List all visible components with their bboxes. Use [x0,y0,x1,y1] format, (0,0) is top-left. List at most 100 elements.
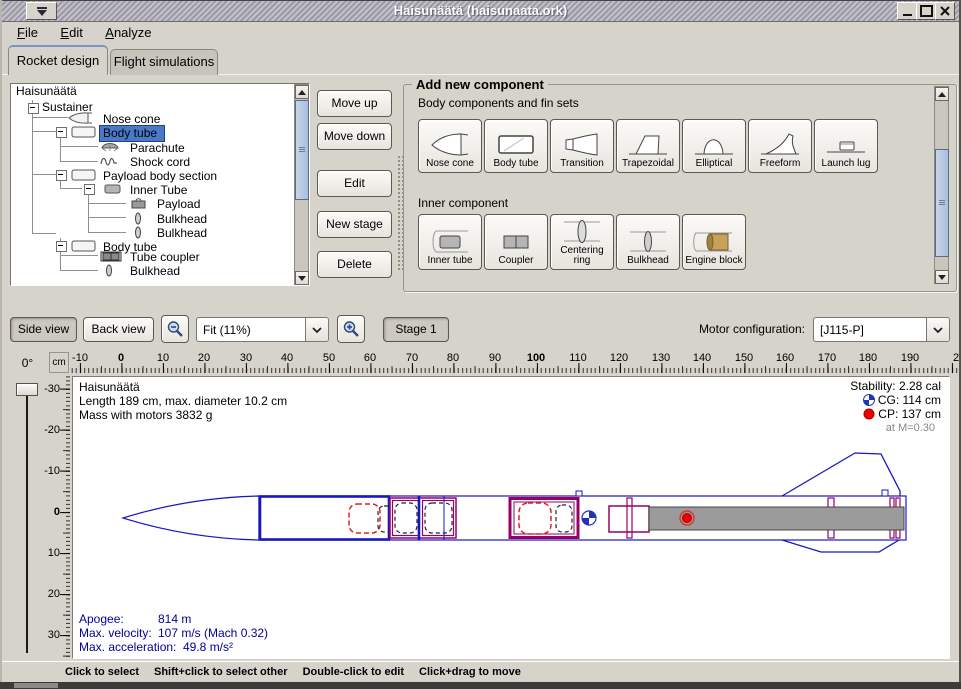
window-menu-button[interactable] [26,2,57,20]
cp-icon [863,408,875,420]
tree-item-tube-coupler[interactable]: Tube coupler [130,250,200,264]
add-nose-cone-button[interactable]: Nose cone [418,119,482,173]
v-ruler-label: -30 [42,383,60,395]
expand-box[interactable] [56,127,67,138]
motor-mount [609,506,649,532]
add-coupler-button[interactable]: Coupler [484,214,548,270]
tree-item-body-tube[interactable]: Body tube [103,126,157,140]
add-centering-ring-button[interactable]: Centering ring [550,214,614,270]
add-freeform-fin-button[interactable]: Freeform [748,119,812,173]
add-bulkhead-button[interactable]: Bulkhead [616,214,680,270]
application-window: Haisunäätä (haisunaata.ork) File Edit An… [0,0,961,689]
parachute-icon [99,141,123,153]
tree-item-payload-body[interactable]: Payload body section [103,169,217,183]
move-up-button[interactable]: Move up [317,90,392,117]
hint-click-drag: Click+drag to move [419,666,521,678]
stage-1-toggle[interactable]: Stage 1 [383,317,449,342]
payload-icon [128,197,150,210]
zoom-out-button[interactable] [161,315,189,343]
rocket-mass: Mass with motors 3832 g [79,408,212,422]
centering-ring-icon [560,217,604,245]
motor-configuration-select[interactable]: [J115-P] [813,317,950,342]
maximize-button[interactable] [916,2,936,20]
tree-item-shock-cord[interactable]: Shock cord [130,155,190,169]
component-tree[interactable]: Haisunäätä Sustainer Nose cone Body tube… [10,83,310,286]
tree-item-payload[interactable]: Payload [157,197,200,211]
elliptical-fin-icon [692,130,736,158]
tree-item-bulkhead[interactable]: Bulkhead [157,226,207,240]
expand-box[interactable] [56,170,67,181]
fin-lower [782,540,899,552]
add-engine-block-button[interactable]: Engine block [682,214,746,270]
mach-condition: at M=0.30 [886,421,935,435]
scroll-up-button[interactable] [935,87,949,101]
v-ruler-label: 30 [42,629,60,641]
scrollbar-thumb[interactable] [935,149,949,257]
add-trapezoidal-fin-button[interactable]: Trapezoidal [616,119,680,173]
component-scrollbar[interactable] [934,86,949,284]
cp-marker [680,511,694,525]
velocity-label: Max. velocity: [79,626,152,640]
scroll-up-button[interactable] [295,85,309,99]
tree-item-inner-tube[interactable]: Inner Tube [130,183,187,197]
v-ruler-label: -20 [42,424,60,436]
tree-scrollbar[interactable] [294,84,309,285]
add-body-tube-button[interactable]: Body tube [484,119,548,173]
add-component-title: Add new component [412,77,548,92]
delete-button[interactable]: Delete [317,251,392,278]
bulkhead-icon [128,226,150,239]
cg-marker [582,511,596,525]
edit-button[interactable]: Edit [317,170,392,197]
menu-edit[interactable]: Edit [51,21,91,44]
back-view-button[interactable]: Back view [83,317,154,342]
stability-value: Stability: 2.28 cal [850,379,941,393]
tab-rocket-design[interactable]: Rocket design [8,45,108,75]
zoom-in-button[interactable] [337,315,365,343]
rotation-slider-track[interactable] [26,387,28,653]
nose-cone-shape-icon [428,130,472,158]
menu-file[interactable]: File [8,21,47,44]
close-button[interactable] [935,2,955,20]
zoom-in-icon [342,320,360,338]
bulkhead-icon [99,264,121,277]
cp-value: CP: 137 cm [863,407,941,421]
tree-item-rocket[interactable]: Haisunäätä [16,84,77,98]
side-view-button[interactable]: Side view [10,317,77,342]
expand-box[interactable] [56,241,67,252]
expand-box[interactable] [84,184,95,195]
rocket-canvas[interactable]: Haisunäätä Length 189 cm, max. diameter … [72,376,950,659]
selected-body-tube [260,497,389,540]
minimize-button[interactable] [897,2,917,20]
trapezoidal-fin-icon [626,130,670,158]
dropdown-button[interactable] [305,318,328,341]
launch-lug [576,491,582,496]
inner-tube-shape-icon [428,227,472,255]
scrollbar-thumb[interactable] [295,100,309,200]
zoom-select[interactable]: Fit (11%) [196,317,329,342]
menu-analyze[interactable]: Analyze [96,21,160,44]
add-transition-button[interactable]: Transition [550,119,614,173]
add-launch-lug-button[interactable]: Launch lug [814,119,878,173]
tree-item-parachute[interactable]: Parachute [130,141,185,155]
tab-flight-simulations[interactable]: Flight simulations [110,49,218,75]
tree-item-bulkhead[interactable]: Bulkhead [157,212,207,226]
freeform-fin-icon [758,130,802,158]
expand-box[interactable] [28,103,39,114]
add-elliptical-fin-button[interactable]: Elliptical [682,119,746,173]
rotation-slider-handle[interactable] [16,383,38,396]
nose-cone-icon [68,112,94,124]
close-icon [940,6,950,16]
scroll-down-button[interactable] [935,270,949,284]
resize-grip[interactable] [14,683,58,688]
dropdown-button[interactable] [926,318,949,341]
new-stage-button[interactable]: New stage [317,211,392,238]
move-down-button[interactable]: Move down [317,123,392,150]
velocity-value: 107 m/s (Mach 0.32) [158,626,268,640]
tree-item-bulkhead-2[interactable]: Bulkhead [130,264,180,278]
bulkhead-shape-icon [626,227,670,255]
scroll-down-button[interactable] [295,271,309,285]
rotation-indicator: 0° [11,352,44,374]
add-inner-tube-button[interactable]: Inner tube [418,214,482,270]
body-components-label: Body components and fin sets [418,96,579,110]
tree-item-nose-cone[interactable]: Nose cone [103,112,160,126]
